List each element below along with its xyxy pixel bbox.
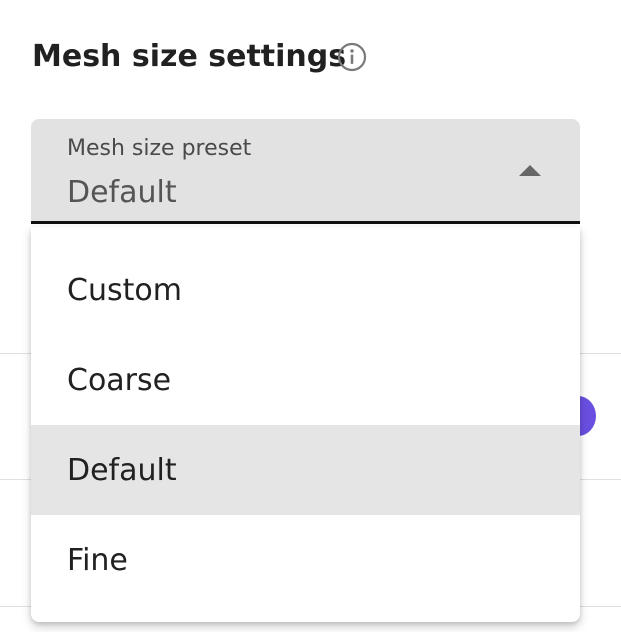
select-label: Mesh size preset	[67, 136, 252, 161]
mesh-size-preset-select[interactable]: Mesh size preset Default	[31, 119, 580, 224]
section-title: Mesh size settings	[32, 39, 347, 74]
caret-up-icon[interactable]	[519, 165, 541, 176]
menu-item-custom[interactable]: Custom	[31, 245, 580, 335]
info-icon[interactable]	[337, 42, 367, 72]
select-value: Default	[67, 175, 177, 210]
menu-item-default[interactable]: Default	[31, 425, 580, 515]
menu-item-fine[interactable]: Fine	[31, 515, 580, 605]
dropdown-menu: Custom Coarse Default Fine	[31, 227, 580, 622]
menu-item-coarse[interactable]: Coarse	[31, 335, 580, 425]
